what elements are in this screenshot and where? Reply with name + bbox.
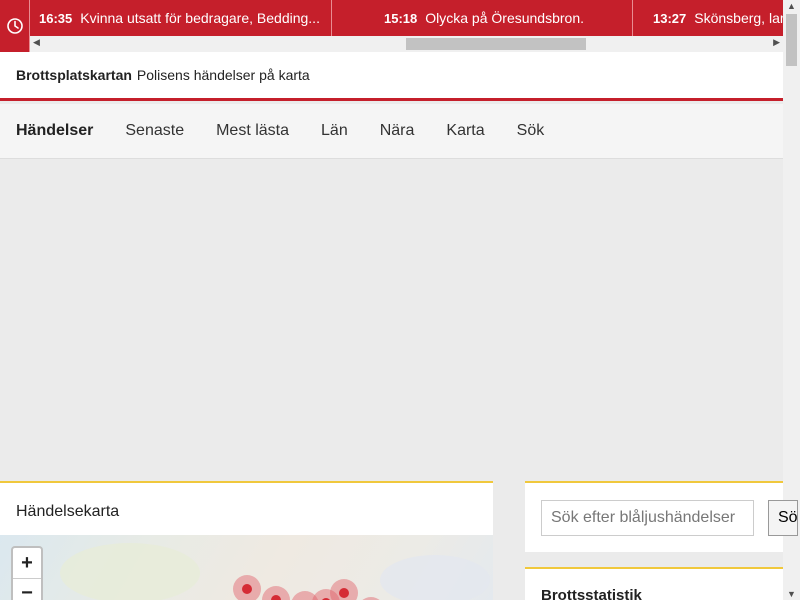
nav-item-senaste[interactable]: Senaste: [125, 122, 184, 140]
scroll-up-icon[interactable]: ▲: [787, 1, 796, 11]
site-logo-text[interactable]: Brottsplatskartan: [16, 67, 132, 83]
map-marker[interactable]: [262, 586, 290, 600]
ticker-scrollbar-thumb[interactable]: [406, 38, 586, 50]
ticker-text: Kvinna utsatt för bedragare, Bedding...: [80, 10, 320, 26]
site-tagline: Polisens händelser på karta: [136, 67, 310, 83]
map-marker[interactable]: [233, 575, 261, 600]
nav-item-lan[interactable]: Län: [321, 122, 348, 140]
map-marker[interactable]: [330, 579, 358, 600]
nav-item-karta[interactable]: Karta: [446, 122, 484, 140]
map-terrain: [60, 543, 200, 600]
search-card: Sök: [525, 481, 798, 552]
event-map[interactable]: + −: [0, 535, 493, 600]
crime-stats-title: Brottsstatistik: [541, 587, 642, 600]
zoom-out-button[interactable]: −: [13, 578, 41, 600]
ticker-text: Olycka på Öresundsbron.: [425, 10, 584, 26]
news-ticker: 16:35 Kvinna utsatt för bedragare, Beddi…: [0, 0, 783, 52]
map-zoom-control: + −: [11, 546, 43, 600]
scroll-left-icon[interactable]: ◀: [33, 37, 40, 48]
ticker-item[interactable]: 13:27 Skönsberg, larm: [633, 0, 783, 36]
event-map-card: Händelsekarta + −: [0, 481, 493, 600]
event-map-title: Händelsekarta: [16, 503, 120, 520]
nav-item-mest-lasta[interactable]: Mest lästa: [216, 122, 289, 140]
ticker-text: Skönsberg, larm: [694, 10, 783, 26]
main-nav: Händelser Senaste Mest lästa Län Nära Ka…: [0, 104, 783, 159]
ticker-time: 16:35: [39, 10, 73, 26]
ticker-scrollbar[interactable]: ◀ ▶: [30, 36, 783, 52]
scroll-right-icon[interactable]: ▶: [773, 37, 780, 48]
zoom-in-button[interactable]: +: [13, 548, 41, 578]
map-terrain: [380, 555, 490, 600]
clock-icon: [0, 0, 30, 52]
search-button[interactable]: Sök: [768, 500, 798, 536]
nav-item-sok[interactable]: Sök: [517, 122, 545, 140]
site-header: Brottsplatskartan Polisens händelser på …: [0, 52, 783, 101]
ticker-item[interactable]: 15:18 Olycka på Öresundsbron.: [332, 0, 633, 36]
crime-stats-card: Brottsstatistik: [525, 567, 783, 600]
ticker-items: 16:35 Kvinna utsatt för bedragare, Beddi…: [30, 0, 783, 36]
ticker-item[interactable]: 16:35 Kvinna utsatt för bedragare, Beddi…: [30, 0, 332, 36]
ticker-time: 15:18: [384, 10, 418, 26]
nav-item-handelser[interactable]: Händelser: [16, 122, 93, 140]
search-input[interactable]: [541, 500, 754, 536]
scroll-down-icon[interactable]: ▼: [787, 589, 796, 599]
nav-item-nara[interactable]: Nära: [380, 122, 415, 140]
page-scrollbar-thumb[interactable]: [786, 14, 797, 66]
ticker-time: 13:27: [653, 10, 687, 26]
